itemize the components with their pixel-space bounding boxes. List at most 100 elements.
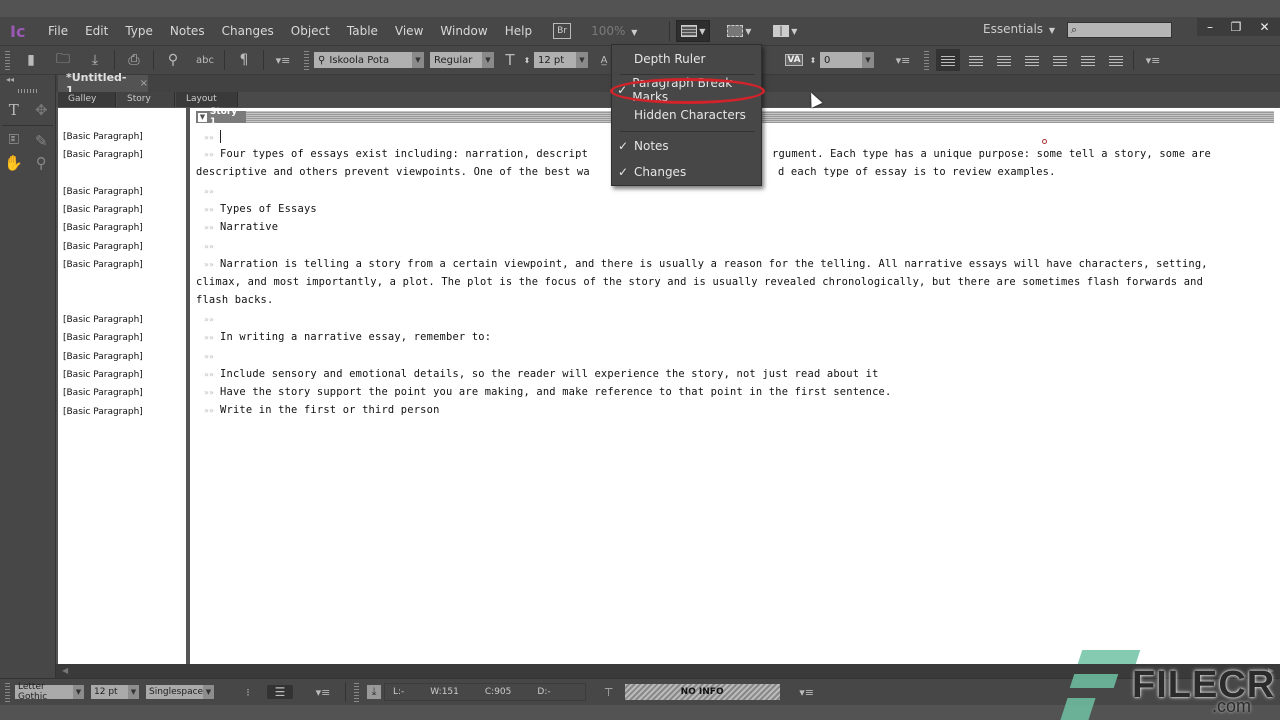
note-tool-icon[interactable]: 🗉 <box>3 129 25 154</box>
toolbar-grip[interactable] <box>5 50 10 70</box>
font-size-stepper[interactable]: ⬍ <box>522 56 532 65</box>
menu-type[interactable]: Type <box>125 24 153 38</box>
font-style-field[interactable]: Regular <box>430 52 482 68</box>
help-search-input[interactable]: ⌕ <box>1067 22 1172 38</box>
paragraph-mark-icon: »» <box>204 388 215 397</box>
line-spacing-field[interactable]: Singlespace <box>146 685 203 699</box>
panel-menu-icon[interactable]: ▾≡ <box>270 54 296 67</box>
zoom-level-dropdown[interactable]: 100% ▼ <box>591 24 637 38</box>
align-left-button[interactable] <box>936 49 960 71</box>
toolbar-grip[interactable] <box>354 682 359 702</box>
save-icon[interactable]: ⤓ <box>82 52 108 68</box>
style-label: [Basic Paragraph] <box>63 333 143 343</box>
line-numbers-icon[interactable]: ⁝ <box>235 686 261 699</box>
text-line: »» Write in the first or third person <box>196 404 440 416</box>
toolbar-grip[interactable] <box>304 50 309 70</box>
screen-mode-button[interactable]: ▼ <box>722 20 756 42</box>
close-tab-icon[interactable]: × <box>140 78 148 89</box>
menu-help[interactable]: Help <box>505 24 532 38</box>
toolbar-grip[interactable] <box>5 682 10 702</box>
display-size-dropdown[interactable]: ▼ <box>128 685 139 699</box>
story-editor[interactable]: ▼ Story 1 »» »» Four types of essays exis… <box>190 107 1280 664</box>
font-style-dropdown[interactable]: ▼ <box>482 52 494 68</box>
justify-center-button[interactable] <box>1048 49 1072 71</box>
tracking-stepper[interactable]: ⬍ <box>808 56 818 65</box>
ruler-icon[interactable]: ⊤ <box>596 686 622 699</box>
justify-all-button[interactable] <box>1104 49 1128 71</box>
font-family-dropdown[interactable]: ▼ <box>412 52 424 68</box>
align-right-button[interactable] <box>992 49 1016 71</box>
zoom-tool-icon[interactable]: ⚲ <box>30 154 52 172</box>
eyedropper-tool-icon[interactable]: ✎ <box>30 132 52 150</box>
collapse-story-icon[interactable]: ▼ <box>198 112 207 122</box>
display-font-field[interactable]: Letter Gothic <box>15 682 73 702</box>
scroll-left-icon[interactable]: ◀ <box>62 666 68 675</box>
collapse-panel-icon[interactable]: ◂◂ <box>0 75 55 85</box>
paragraph-mark-icon: »» <box>204 205 215 214</box>
hand-tool-icon[interactable]: ✋ <box>3 154 25 172</box>
justify-right-button[interactable] <box>1076 49 1100 71</box>
font-size-dropdown[interactable]: ▼ <box>576 52 588 68</box>
display-font-dropdown[interactable]: ▼ <box>73 685 84 699</box>
tab-galley[interactable]: Galley <box>58 92 116 107</box>
workspace-switcher[interactable]: Essentials ▼ <box>983 22 1055 36</box>
menu-notes[interactable]: Notes <box>170 24 205 38</box>
menu-object[interactable]: Object <box>291 24 330 38</box>
separator <box>114 50 115 70</box>
pilcrow-icon[interactable]: ¶ <box>231 52 257 68</box>
font-size-field[interactable]: 12 pt <box>534 52 576 68</box>
check-icon: ✓ <box>617 165 629 179</box>
find-icon[interactable]: ⚲ <box>160 52 186 68</box>
panel-menu-icon[interactable]: ▾≡ <box>1140 54 1166 67</box>
tools-panel: ◂◂ T ✥ 🗉 ✎ ✋ ⚲ <box>0 75 56 680</box>
bridge-button[interactable]: Br <box>553 23 572 39</box>
spellcheck-icon[interactable]: abc <box>192 55 218 66</box>
go-to-cursor-icon[interactable]: ⤓ <box>367 685 381 699</box>
document-tab[interactable]: *Untitled-1 × <box>58 71 148 97</box>
position-tool-icon[interactable]: ✥ <box>30 101 52 119</box>
justify-all-icon <box>1109 54 1123 66</box>
arrange-documents-button[interactable]: ▼ <box>768 20 802 42</box>
menu-table[interactable]: Table <box>347 24 378 38</box>
style-label: [Basic Paragraph] <box>63 187 143 197</box>
tracking-dropdown[interactable]: ▼ <box>862 52 874 68</box>
line-spacing-dropdown[interactable]: ▼ <box>203 685 214 699</box>
menu-item-hidden-characters[interactable]: Hidden Characters <box>612 105 761 125</box>
justify-left-button[interactable] <box>1020 49 1044 71</box>
minimize-button[interactable]: – <box>1197 18 1223 36</box>
panel-grip[interactable] <box>17 89 38 93</box>
panel-menu-icon[interactable]: ▾≡ <box>310 686 336 699</box>
display-size-field[interactable]: 12 pt <box>91 685 128 699</box>
menu-file[interactable]: File <box>48 24 68 38</box>
align-center-button[interactable] <box>964 49 988 71</box>
menu-view[interactable]: View <box>395 24 423 38</box>
menu-edit[interactable]: Edit <box>85 24 108 38</box>
line-text: Four types of essays exist including: na… <box>220 148 589 160</box>
style-column-icon[interactable]: ☰ <box>267 685 293 699</box>
menu-item-changes[interactable]: ✓ Changes <box>612 162 761 182</box>
restore-button[interactable]: ❐ <box>1223 18 1249 36</box>
menu-window[interactable]: Window <box>440 24 487 38</box>
paragraph-mark-icon: »» <box>204 333 215 342</box>
tab-layout[interactable]: Layout <box>176 92 238 107</box>
menu-item-notes[interactable]: ✓ Notes <box>612 136 761 156</box>
font-family-field[interactable]: ⚲ Iskoola Pota <box>314 52 412 68</box>
menu-changes[interactable]: Changes <box>222 24 274 38</box>
toolbar-grip[interactable] <box>924 50 929 70</box>
title-strip <box>0 0 1280 17</box>
panel-menu-icon[interactable]: ▾≡ <box>794 686 820 699</box>
view-options-button[interactable]: ▼ <box>676 20 711 42</box>
close-window-button[interactable]: ✕ <box>1249 18 1280 36</box>
type-tool-icon[interactable]: T <box>3 101 25 119</box>
print-icon[interactable]: ⎙ <box>121 52 147 68</box>
new-document-icon[interactable]: ▮ <box>18 52 44 68</box>
highlight-annotation <box>610 78 765 104</box>
menu-item-depth-ruler[interactable]: Depth Ruler <box>612 49 761 69</box>
panel-menu-icon[interactable]: ▾≡ <box>890 54 916 67</box>
paragraph-mark-icon: »» <box>204 352 215 361</box>
tab-story[interactable]: Story <box>117 92 175 107</box>
note-anchor-icon[interactable] <box>1042 139 1047 144</box>
tracking-field[interactable]: 0 <box>820 52 862 68</box>
story-label[interactable]: ▼ Story 1 <box>196 107 246 127</box>
open-folder-icon[interactable]: 🗀 <box>50 48 76 72</box>
